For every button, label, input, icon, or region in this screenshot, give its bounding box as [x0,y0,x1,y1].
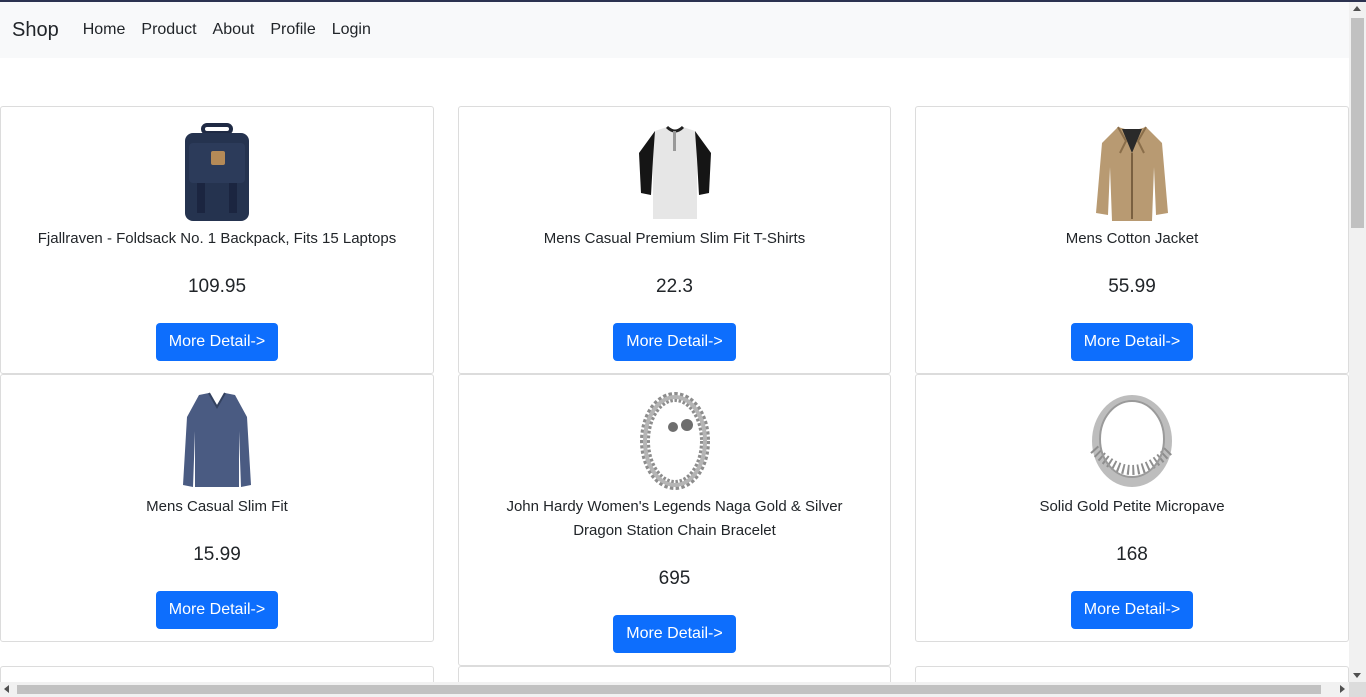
product-price: 55.99 [1108,276,1156,297]
product-card: Mens Cotton Jacket 55.99 More Detail-> [915,106,1349,374]
tshirt-image [625,123,725,223]
product-title: Mens Casual Premium Slim Fit T-Shirts [543,230,806,247]
product-title: Fjallraven - Foldsack No. 1 Backpack, Fi… [37,230,397,247]
nav-link-home[interactable]: Home [83,21,126,39]
more-detail-button[interactable]: More Detail-> [155,591,279,629]
product-title: Solid Gold Petite Micropave [1039,498,1225,515]
brand-logo[interactable]: Shop [12,19,59,42]
product-card: Fjallraven - Foldsack No. 1 Backpack, Fi… [0,106,434,374]
sweater-image [167,391,267,491]
product-title: Mens Casual Slim Fit [146,498,288,515]
scroll-right-icon[interactable] [1340,685,1345,693]
horizontal-scroll-thumb[interactable] [17,685,1321,694]
product-card: Mens Casual Slim Fit 15.99 More Detail-> [0,374,434,642]
more-detail-button[interactable]: More Detail-> [613,615,736,653]
more-detail-button[interactable]: More Detail-> [155,323,279,361]
product-price: 168 [1116,544,1148,565]
horizontal-scrollbar[interactable] [0,682,1349,697]
more-detail-button[interactable]: More Detail-> [1070,591,1194,629]
nav-link-profile[interactable]: Profile [270,21,315,39]
scroll-left-icon[interactable] [4,685,9,693]
nav-link-product[interactable]: Product [141,21,196,39]
navbar: Shop Home Product About Profile Login [0,2,1349,58]
nav-link-about[interactable]: About [213,21,255,39]
product-price: 22.3 [656,276,693,297]
product-price: 109.95 [187,276,247,297]
more-detail-button[interactable]: More Detail-> [1070,323,1194,361]
product-card: Mens Casual Premium Slim Fit T-Shirts 22… [458,106,891,374]
product-title: John Hardy Women's Legends Naga Gold & S… [506,498,843,539]
jacket-image [1082,123,1182,223]
scroll-down-icon[interactable] [1353,673,1361,678]
vertical-scrollbar[interactable] [1349,2,1366,682]
product-price: 695 [658,568,691,589]
nav-link-login[interactable]: Login [332,21,371,39]
bracelet-image [625,391,725,491]
backpack-image [167,123,267,223]
product-card: Solid Gold Petite Micropave 168 More Det… [915,374,1349,642]
scrollbar-corner [1349,682,1366,697]
vertical-scroll-thumb[interactable] [1351,18,1364,228]
scroll-up-icon[interactable] [1353,6,1361,11]
product-price: 15.99 [193,544,241,565]
more-detail-button[interactable]: More Detail-> [613,323,736,361]
product-card: John Hardy Women's Legends Naga Gold & S… [458,374,891,666]
ring-image [1082,391,1182,491]
product-title: Mens Cotton Jacket [1065,230,1199,247]
